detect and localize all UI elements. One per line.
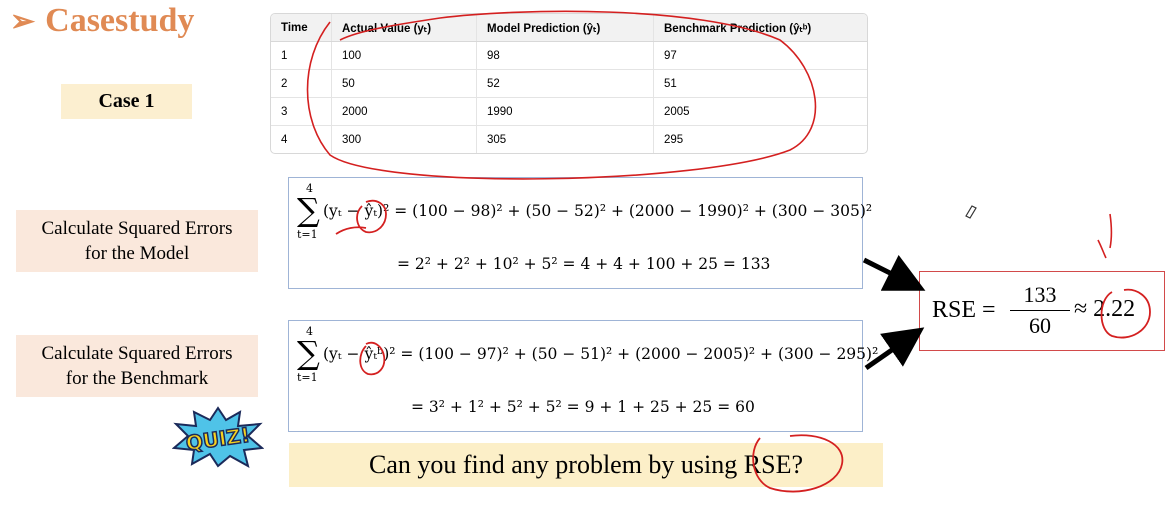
pen-icon: [965, 205, 977, 219]
model-label-line2: for the Model: [84, 243, 190, 264]
table-cell: 1: [271, 41, 332, 70]
page-title: ➢ Casestudy: [10, 2, 194, 40]
model-equation-line2: = 2² + 2² + 10² + 5² = 4 + 4 + 100 + 25 …: [397, 255, 771, 273]
table-cell: 52: [476, 69, 654, 98]
benchmark-equation-line1: (yₜ − ŷₜᵇ)² = (100 − 97)² + (50 − 51)² +…: [323, 345, 879, 363]
arrow-bullet-icon: ➢: [10, 4, 36, 38]
data-table: Time Actual Value (yₜ) Model Prediction …: [270, 13, 868, 154]
table-cell: 51: [653, 69, 867, 98]
question-banner: Can you find any problem by using RSE?: [289, 443, 883, 487]
header-actual: Actual Value (yₜ): [331, 14, 477, 42]
rse-result-box: RSE = 133 60 ≈ 2.22: [919, 271, 1165, 351]
question-text: Can you find any problem by using RSE?: [368, 450, 803, 479]
table-row: 3 2000 1990 2005: [271, 97, 867, 126]
table-cell: 1990: [476, 97, 654, 126]
header-time: Time: [271, 14, 332, 42]
table-row: 2 50 52 51: [271, 69, 867, 98]
model-equation-line1: (yₜ − ŷₜ)² = (100 − 98)² + (50 − 52)² + …: [323, 202, 873, 220]
table-cell: 50: [331, 69, 477, 98]
header-benchmark: Benchmark Prediction (ŷₜᵇ): [653, 14, 867, 42]
benchmark-sum-lower: t=1: [297, 371, 318, 384]
rse-approx-value: ≈ 2.22: [1074, 296, 1136, 322]
benchmark-label: Calculate Squared Errors for the Benchma…: [16, 335, 258, 397]
model-sum-lower: t=1: [297, 228, 318, 241]
table-cell: 100: [331, 41, 477, 70]
rse-fraction: 133 60: [1010, 282, 1070, 339]
benchmark-label-line2: for the Benchmark: [65, 368, 209, 389]
case-label: Case 1: [61, 84, 192, 119]
arrow-model-to-rse: [862, 254, 926, 291]
table-cell: 4: [271, 125, 332, 153]
table-cell: 305: [476, 125, 654, 153]
table-cell: 2: [271, 69, 332, 98]
benchmark-sum-symbol: ∑: [297, 334, 320, 372]
red-mark-annotation: [1097, 213, 1113, 259]
table-cell: 3: [271, 97, 332, 126]
rse-label: RSE =: [932, 297, 996, 323]
table-cell: 97: [653, 41, 867, 70]
model-equation-box: 4 ∑ t=1 (yₜ − ŷₜ)² = (100 − 98)² + (50 −…: [288, 177, 872, 289]
quiz-icon: QUIZ!: [172, 406, 264, 468]
model-sum-symbol: ∑: [297, 191, 320, 229]
rse-numerator: 133: [1010, 282, 1070, 311]
table-row: 4 300 305 295: [271, 125, 867, 153]
model-label-line1: Calculate Squared Errors: [41, 218, 233, 239]
benchmark-equation-box: 4 ∑ t=1 (yₜ − ŷₜᵇ)² = (100 − 97)² + (50 …: [288, 320, 878, 432]
table-cell: 98: [476, 41, 654, 70]
rse-denominator: 60: [1029, 313, 1051, 338]
header-model: Model Prediction (ŷₜ): [476, 14, 654, 42]
table-cell: 300: [331, 125, 477, 153]
title-text: Casestudy: [45, 2, 195, 39]
model-label: Calculate Squared Errors for the Model: [16, 210, 258, 272]
table-header-row: Time Actual Value (yₜ) Model Prediction …: [271, 14, 867, 42]
benchmark-equation-line2: = 3² + 1² + 5² + 5² = 9 + 1 + 25 + 25 = …: [411, 398, 755, 416]
benchmark-label-line1: Calculate Squared Errors: [41, 343, 233, 364]
table-cell: 2000: [331, 97, 477, 126]
table-cell: 2005: [653, 97, 867, 126]
table-row: 1 100 98 97: [271, 41, 867, 70]
table-cell: 295: [664, 133, 684, 146]
